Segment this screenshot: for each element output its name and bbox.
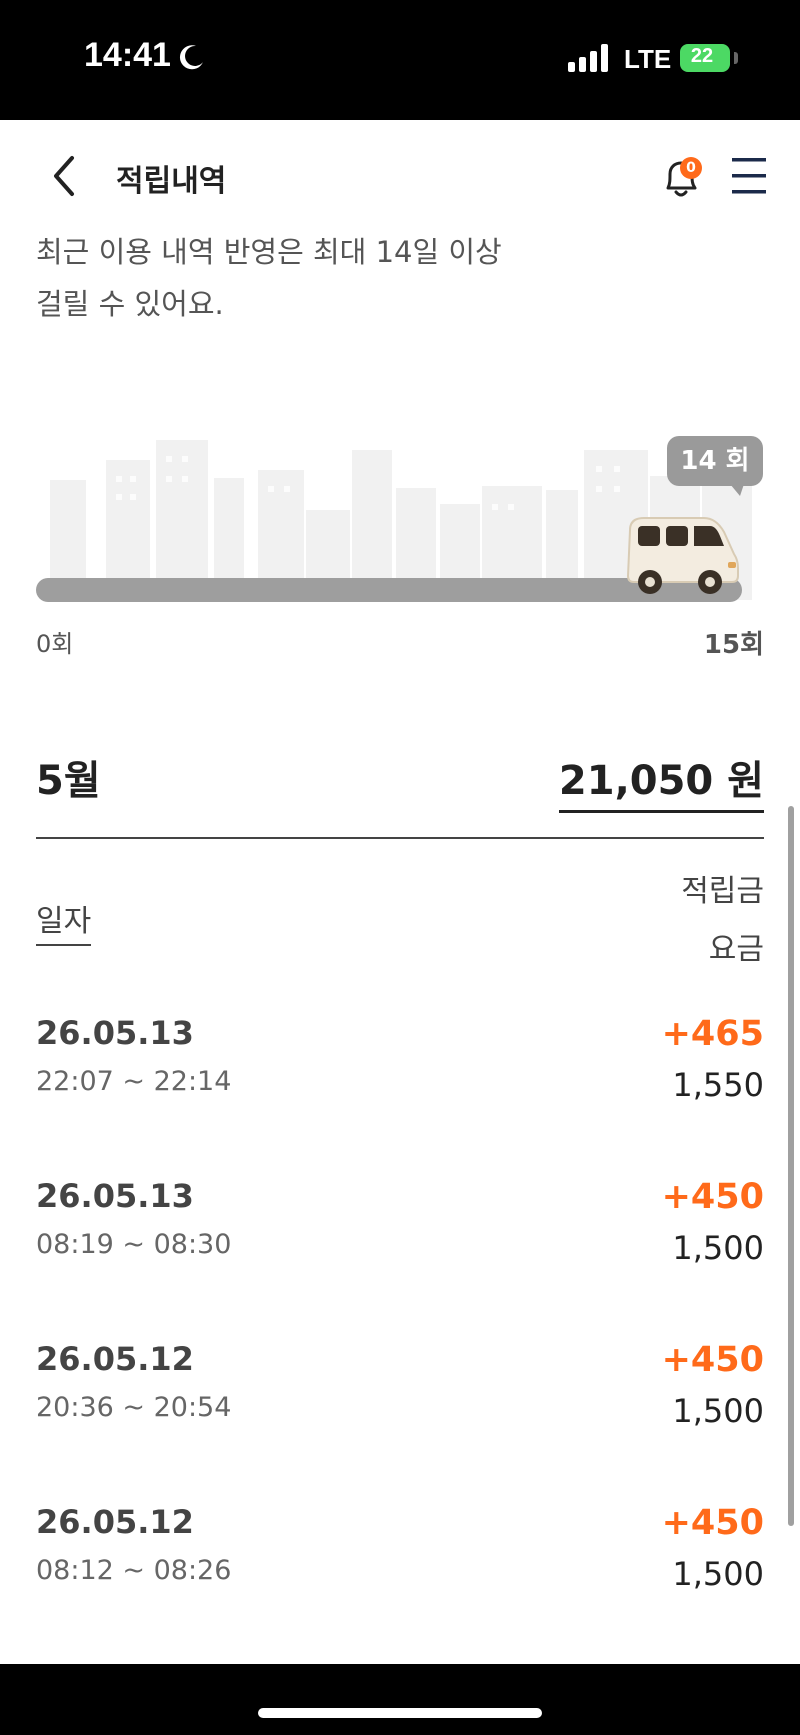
month-total[interactable]: 21,050 원: [558, 748, 764, 813]
status-time: 14:41: [84, 36, 171, 74]
ride-reward: +450: [661, 1340, 764, 1380]
ride-date: 26.05.13: [36, 1177, 194, 1215]
battery-nub: [734, 52, 738, 64]
notice-line-2: 걸릴 수 있어요.: [36, 287, 224, 321]
usage-notice: 최근 이용 내역 반영은 최대 14일 이상 걸릴 수 있어요.: [36, 226, 556, 330]
column-fare: 요금: [708, 932, 764, 967]
notification-badge: 0: [680, 157, 702, 179]
progress-max-label: 15회: [703, 630, 764, 660]
battery-icon: 22: [680, 44, 730, 72]
ride-fare: 1,550: [672, 1066, 764, 1104]
bubble-tail: [730, 484, 744, 496]
ride-time: 22:07 ~ 22:14: [36, 1066, 232, 1097]
ride-reward: +450: [661, 1177, 764, 1217]
history-row[interactable]: 26.05.13 08:19 ~ 08:30 +450 1,500: [36, 1177, 764, 1307]
moon-icon: [179, 45, 203, 70]
ride-fare: 1,500: [672, 1229, 764, 1267]
progress-min-label: 0회: [36, 630, 74, 658]
battery-level: 22: [690, 45, 714, 67]
ride-reward: +450: [661, 1503, 764, 1543]
column-date-sort[interactable]: 일자: [36, 896, 92, 946]
ride-count-bubble: 14 회: [667, 436, 763, 486]
column-reward: 적립금: [681, 874, 764, 909]
history-row[interactable]: 26.05.12 20:36 ~ 20:54 +450 1,500: [36, 1340, 764, 1470]
ride-time: 08:19 ~ 08:30: [36, 1229, 232, 1260]
divider: [36, 837, 764, 839]
signal-icon: [568, 44, 608, 72]
page-title: 적립내역: [116, 164, 227, 199]
month-label: 5월: [36, 758, 101, 804]
network-type: LTE: [624, 44, 672, 74]
notice-line-1: 최근 이용 내역 반영은 최대 14일 이상: [36, 235, 502, 269]
history-row[interactable]: 26.05.13 22:07 ~ 22:14 +465 1,550: [36, 1014, 764, 1144]
history-row[interactable]: 26.05.12 08:12 ~ 08:26 +450 1,500: [36, 1503, 764, 1633]
ride-date: 26.05.12: [36, 1503, 194, 1541]
hamburger-menu-icon[interactable]: [732, 156, 766, 196]
ride-fare: 1,500: [672, 1392, 764, 1430]
van-icon: [626, 517, 739, 594]
scrollbar[interactable]: [788, 806, 794, 1526]
ride-date: 26.05.13: [36, 1014, 194, 1052]
home-bar-area: [0, 1664, 800, 1735]
chevron-left-icon[interactable]: [48, 152, 82, 200]
ride-time: 20:36 ~ 20:54: [36, 1392, 232, 1423]
ride-time: 08:12 ~ 08:26: [36, 1555, 232, 1586]
ride-fare: 1,500: [672, 1555, 764, 1593]
status-bar: 14:41 LTE 22: [0, 0, 800, 120]
ride-reward: +465: [661, 1014, 764, 1054]
ride-date: 26.05.12: [36, 1340, 194, 1378]
home-indicator[interactable]: [258, 1708, 542, 1718]
